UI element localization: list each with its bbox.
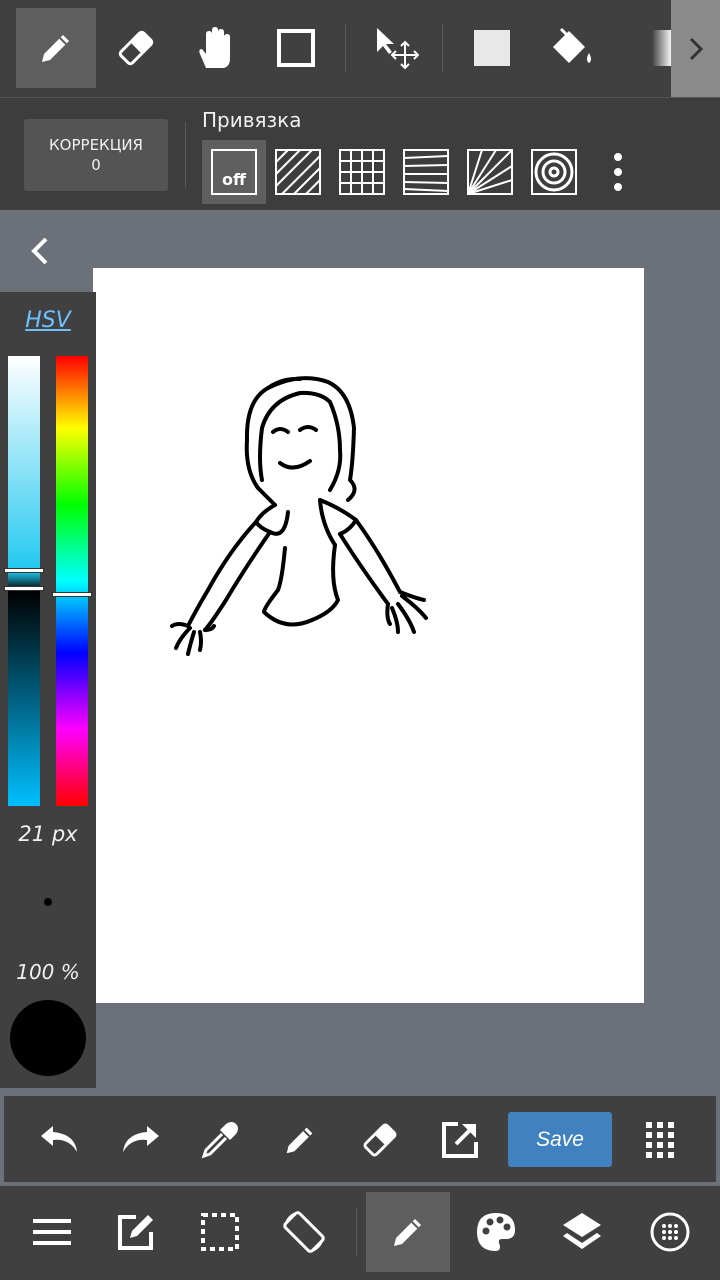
move-tool[interactable] xyxy=(355,8,435,88)
paint-bucket-icon xyxy=(553,27,591,63)
toolbar-divider xyxy=(442,24,443,72)
pen-shortcut-button[interactable] xyxy=(272,1112,328,1168)
toolbar-divider xyxy=(345,24,346,72)
chevron-right-icon xyxy=(689,37,703,60)
rectangle-tool[interactable] xyxy=(256,8,336,88)
color-palette-button[interactable] xyxy=(454,1192,538,1272)
undo-icon xyxy=(41,1126,77,1152)
fill-shape-tool[interactable] xyxy=(452,8,532,88)
brush-settings-button[interactable] xyxy=(366,1192,450,1272)
pen-tool[interactable] xyxy=(16,8,96,88)
hand-tool[interactable] xyxy=(176,8,256,88)
dotted-circle-icon xyxy=(650,1212,690,1252)
sv-slider-handle-secondary[interactable] xyxy=(4,586,44,591)
undo-button[interactable] xyxy=(32,1112,88,1168)
snap-perspective-icon xyxy=(403,149,449,195)
more-vertical-icon xyxy=(614,153,622,191)
snap-title: Привязка xyxy=(202,108,302,132)
drawing-canvas[interactable] xyxy=(93,268,644,1003)
eraser-icon xyxy=(363,1123,397,1157)
pen-icon xyxy=(394,1219,421,1246)
color-mode-toggle[interactable]: HSV xyxy=(0,308,96,333)
snap-off-button[interactable]: off xyxy=(202,140,266,204)
more-tools-button[interactable] xyxy=(671,0,720,97)
edit-square-icon xyxy=(118,1215,153,1250)
brush-size-label[interactable]: 21 px xyxy=(0,822,96,846)
opacity-label[interactable]: 100 % xyxy=(0,960,96,984)
palette-icon xyxy=(477,1213,515,1251)
eyedropper-button[interactable] xyxy=(192,1112,248,1168)
bucket-tool[interactable] xyxy=(532,8,612,88)
redo-button[interactable] xyxy=(112,1112,168,1168)
snap-bar: КОРРЕКЦИЯ 0 Привязка off xyxy=(0,97,720,210)
screen-rotation-icon xyxy=(283,1211,325,1253)
edit-button[interactable] xyxy=(94,1192,178,1272)
snap-grid-button[interactable] xyxy=(330,140,394,204)
eyedropper-icon xyxy=(201,1122,238,1159)
snap-circle-button[interactable] xyxy=(522,140,586,204)
share-button[interactable] xyxy=(432,1112,488,1168)
app-root: КОРРЕКЦИЯ 0 Привязка off HSV 21 px 100 %… xyxy=(0,0,720,1280)
square-outline-icon xyxy=(277,29,315,67)
layers-icon xyxy=(563,1213,601,1249)
sketch-drawing xyxy=(170,376,428,656)
hue-slider[interactable] xyxy=(56,356,88,806)
top-toolbar xyxy=(0,0,720,97)
dashed-selection-icon xyxy=(201,1213,239,1251)
eraser-tool[interactable] xyxy=(96,8,176,88)
snap-perspective-button[interactable] xyxy=(394,140,458,204)
selection-button[interactable] xyxy=(178,1192,262,1272)
dots-grid-icon xyxy=(646,1122,674,1158)
snap-off-label: off xyxy=(211,149,257,195)
hamburger-menu-icon xyxy=(33,1219,71,1245)
pen-icon xyxy=(42,35,69,62)
brush-size-preview xyxy=(44,898,52,906)
saturation-value-slider[interactable] xyxy=(8,356,40,806)
main-menu-button[interactable] xyxy=(10,1192,94,1272)
move-arrow-icon xyxy=(377,28,419,70)
collapse-panel-button[interactable] xyxy=(24,234,58,268)
snap-concentric-icon xyxy=(531,149,577,195)
hand-icon xyxy=(199,27,230,68)
snap-parallel-button[interactable] xyxy=(266,140,330,204)
snap-radial-icon xyxy=(467,149,513,195)
filled-square-icon xyxy=(474,30,510,66)
gradient-icon xyxy=(652,30,672,66)
save-button[interactable]: Save xyxy=(508,1112,612,1167)
sv-slider-handle[interactable] xyxy=(4,568,44,573)
canvas-settings-button[interactable] xyxy=(628,1192,712,1272)
bottom-nav-bar xyxy=(0,1186,720,1280)
external-link-icon xyxy=(442,1122,478,1158)
snap-divider xyxy=(185,122,186,188)
snap-grid-icon xyxy=(339,149,385,195)
nav-divider xyxy=(356,1208,357,1256)
hue-slider-handle[interactable] xyxy=(52,592,92,597)
eraser-shortcut-button[interactable] xyxy=(352,1112,408,1168)
snap-menu-button[interactable] xyxy=(586,140,650,204)
correction-button[interactable]: КОРРЕКЦИЯ 0 xyxy=(24,119,168,191)
rotate-button[interactable] xyxy=(262,1192,346,1272)
correction-value: 0 xyxy=(91,156,101,174)
correction-label: КОРРЕКЦИЯ xyxy=(49,136,143,154)
pen-icon xyxy=(286,1127,313,1154)
chevron-left-icon xyxy=(31,237,48,265)
grid-menu-button[interactable] xyxy=(632,1112,688,1168)
color-panel: HSV 21 px 100 % xyxy=(0,292,96,1088)
eraser-icon xyxy=(118,30,154,66)
current-color-swatch[interactable] xyxy=(10,1000,86,1076)
action-bar: Save xyxy=(4,1096,716,1182)
layers-button[interactable] xyxy=(540,1192,624,1272)
snap-parallel-icon xyxy=(275,149,321,195)
snap-radial-button[interactable] xyxy=(458,140,522,204)
redo-icon xyxy=(123,1126,159,1152)
